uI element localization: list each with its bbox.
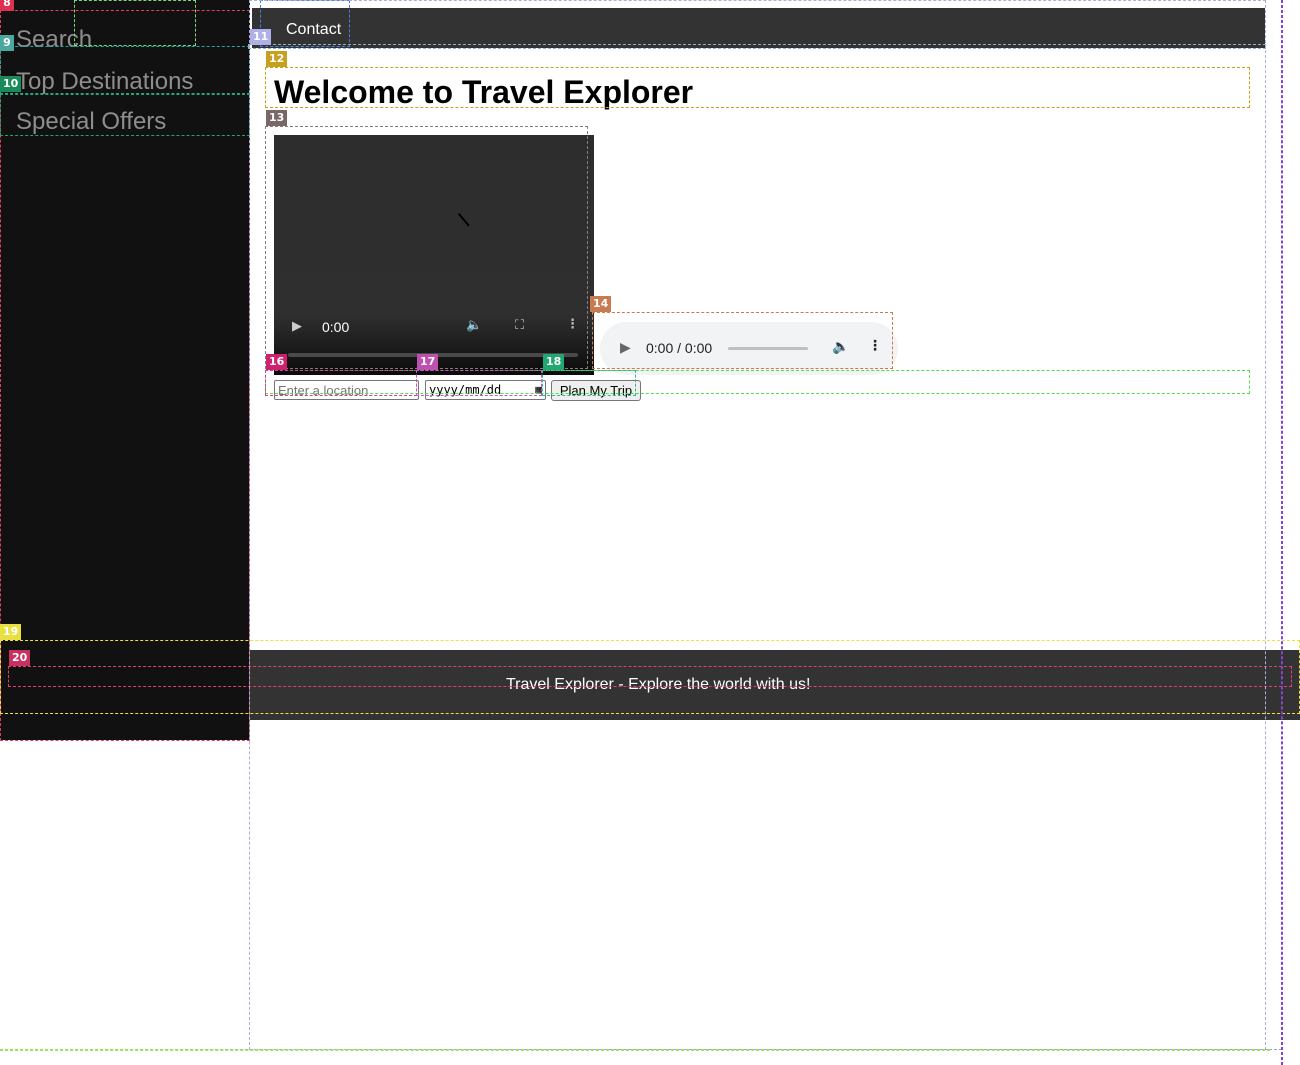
sidebar: Search Top Destinations Special Offers	[0, 0, 250, 740]
overlay-badge: 20	[9, 650, 31, 666]
audio-volume-icon[interactable]: 🔈	[832, 339, 849, 355]
overlay-badge: 19	[0, 624, 22, 640]
overlay-badge: 10	[0, 76, 22, 92]
overlay-line-bottom	[0, 1049, 1270, 1051]
overlay-badge: 16	[266, 354, 288, 370]
audio-play-icon[interactable]: ▶	[620, 340, 631, 356]
video-play-icon[interactable]: ▶	[292, 319, 302, 334]
calendar-icon[interactable]: ▦	[535, 382, 542, 398]
top-nav: Contact	[252, 8, 1265, 48]
audio-time: 0:00 / 0:00	[646, 340, 713, 356]
date-placeholder: yyyy/mm/dd	[429, 383, 502, 397]
overlay-badge: 17	[417, 354, 439, 370]
location-input[interactable]	[274, 380, 419, 400]
sidebar-item-search[interactable]: Search	[16, 26, 92, 54]
overlay-badge: 14	[590, 296, 612, 312]
overlay-badge: 9	[0, 35, 14, 51]
footer-text: Travel Explorer - Explore the world with…	[506, 676, 811, 693]
overlay-badge: 13	[266, 110, 288, 126]
sidebar-item-top-destinations[interactable]: Top Destinations	[16, 68, 193, 96]
date-input[interactable]: yyyy/mm/dd ▦	[425, 380, 546, 400]
overlay-badge: 12	[266, 51, 288, 67]
video-volume-icon[interactable]: 🔈	[466, 318, 482, 333]
audio-more-icon[interactable]: ⋮	[868, 338, 882, 354]
page-title: Welcome to Travel Explorer	[274, 74, 694, 110]
nav-contact-link[interactable]: Contact	[286, 21, 341, 39]
overlay-badge: 18	[543, 354, 565, 370]
overlay-line-right	[1281, 0, 1283, 1065]
plan-trip-button[interactable]: Plan My Trip	[551, 380, 641, 401]
video-fullscreen-icon[interactable]: ⛶	[515, 318, 524, 333]
video-more-icon[interactable]: ⋮	[566, 317, 579, 332]
video-time: 0:00	[322, 319, 350, 335]
footer: Travel Explorer - Explore the world with…	[250, 650, 1300, 720]
audio-player[interactable]: ▶ 0:00 / 0:00 🔈 ⋮	[600, 322, 898, 375]
audio-progress-bar[interactable]	[728, 347, 808, 350]
loading-spinner-icon	[450, 213, 470, 233]
overlay-badge: 11	[250, 29, 272, 45]
sidebar-item-special-offers[interactable]: Special Offers	[16, 108, 166, 136]
video-player[interactable]: ▶ 0:00 🔈 ⛶ ⋮	[274, 135, 594, 375]
overlay-badge: 8	[0, 0, 14, 11]
